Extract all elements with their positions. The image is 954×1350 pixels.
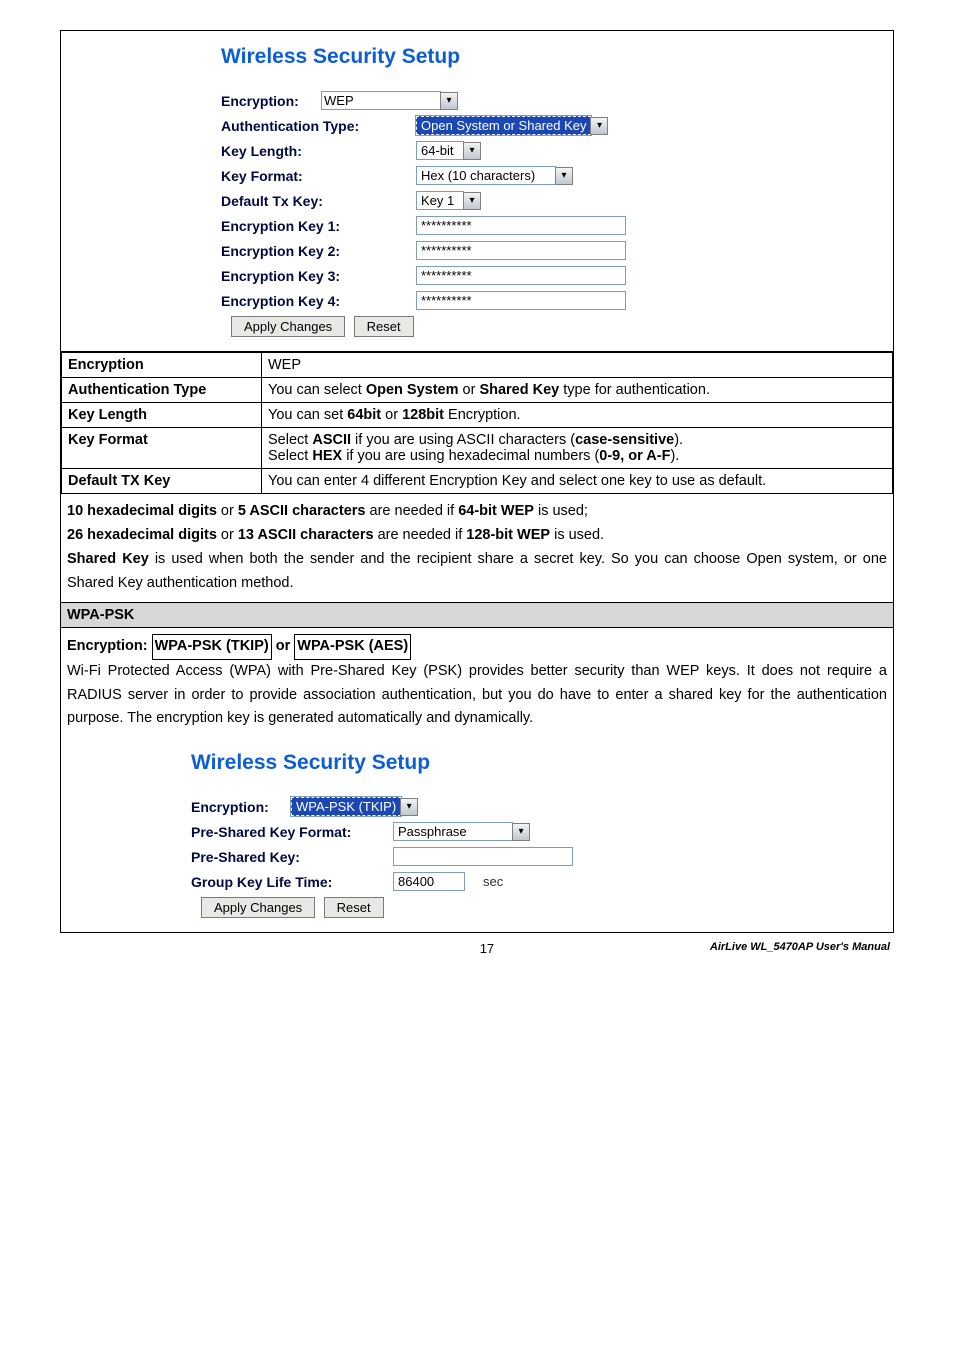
wep-desc-table: EncryptionWEP Authentication Type You ca… [61, 352, 893, 494]
gkl-label: Group Key Life Time: [191, 874, 393, 890]
chevron-down-icon[interactable]: ▾ [512, 823, 530, 841]
enc-key3-label: Encryption Key 3: [221, 268, 416, 284]
table-row: Authentication Type You can select Open … [62, 378, 893, 403]
gkl-input[interactable] [393, 872, 465, 891]
reset-button[interactable]: Reset [354, 316, 414, 337]
auth-type-select[interactable]: Open System or Shared Key [416, 116, 591, 135]
table-row: EncryptionWEP [62, 353, 893, 378]
enc-key1-input[interactable] [416, 216, 626, 235]
chevron-down-icon[interactable]: ▾ [555, 167, 573, 185]
wpa-psk-header: WPA-PSK [61, 602, 893, 628]
encryption2-label: Encryption: [191, 799, 291, 815]
psk-format-label: Pre-Shared Key Format: [191, 824, 393, 840]
apply-changes-button[interactable]: Apply Changes [231, 316, 345, 337]
table-row: Default TX KeyYou can enter 4 different … [62, 469, 893, 494]
psk-input[interactable] [393, 847, 573, 866]
psk-label: Pre-Shared Key: [191, 849, 393, 865]
enc-key4-input[interactable] [416, 291, 626, 310]
key-length-label: Key Length: [221, 143, 416, 159]
enc-key2-label: Encryption Key 2: [221, 243, 416, 259]
gkl-unit: sec [483, 874, 503, 889]
key-format-label: Key Format: [221, 168, 416, 184]
reset-button-2[interactable]: Reset [324, 897, 384, 918]
enc-key1-label: Encryption Key 1: [221, 218, 416, 234]
panel1-title: Wireless Security Setup [221, 45, 781, 69]
encryption2-select[interactable]: WPA-PSK (TKIP) [291, 797, 401, 816]
table-row: Key Length You can set 64bit or 128bit E… [62, 403, 893, 428]
table-row: Key Format Select ASCII if you are using… [62, 428, 893, 469]
key-length-select[interactable]: 64-bit [416, 141, 464, 160]
encryption-select[interactable]: WEP [321, 91, 441, 110]
chevron-down-icon[interactable]: ▾ [463, 192, 481, 210]
enc-key2-input[interactable] [416, 241, 626, 260]
chevron-down-icon[interactable]: ▾ [590, 117, 608, 135]
apply-changes-button-2[interactable]: Apply Changes [201, 897, 315, 918]
enc-key4-label: Encryption Key 4: [221, 293, 416, 309]
wpa-setup-screenshot: Wireless Security Setup Encryption: WPA-… [61, 737, 893, 932]
manual-title: AirLive WL_5470AP User's Manual [710, 941, 890, 956]
chevron-down-icon[interactable]: ▾ [463, 142, 481, 160]
wpa-aes-badge: WPA-PSK (AES) [294, 634, 411, 660]
chevron-down-icon[interactable]: ▾ [400, 798, 418, 816]
wep-setup-screenshot: Wireless Security Setup Encryption: WEP▾… [61, 31, 893, 352]
chevron-down-icon[interactable]: ▾ [440, 92, 458, 110]
panel2-title: Wireless Security Setup [191, 751, 751, 775]
psk-format-select[interactable]: Passphrase [393, 822, 513, 841]
wpa-tkip-badge: WPA-PSK (TKIP) [152, 634, 272, 660]
default-tx-select[interactable]: Key 1 [416, 191, 464, 210]
auth-type-label: Authentication Type: [221, 118, 416, 134]
key-format-select[interactable]: Hex (10 characters) [416, 166, 556, 185]
encryption-label: Encryption: [221, 93, 321, 109]
page-number: 17 [264, 941, 710, 956]
wep-notes-paragraph: 10 hexadecimal digits or 5 ASCII charact… [61, 494, 893, 602]
default-tx-label: Default Tx Key: [221, 193, 416, 209]
enc-key3-input[interactable] [416, 266, 626, 285]
wpa-psk-intro: Encryption: WPA-PSK (TKIP) or WPA-PSK (A… [61, 628, 893, 738]
